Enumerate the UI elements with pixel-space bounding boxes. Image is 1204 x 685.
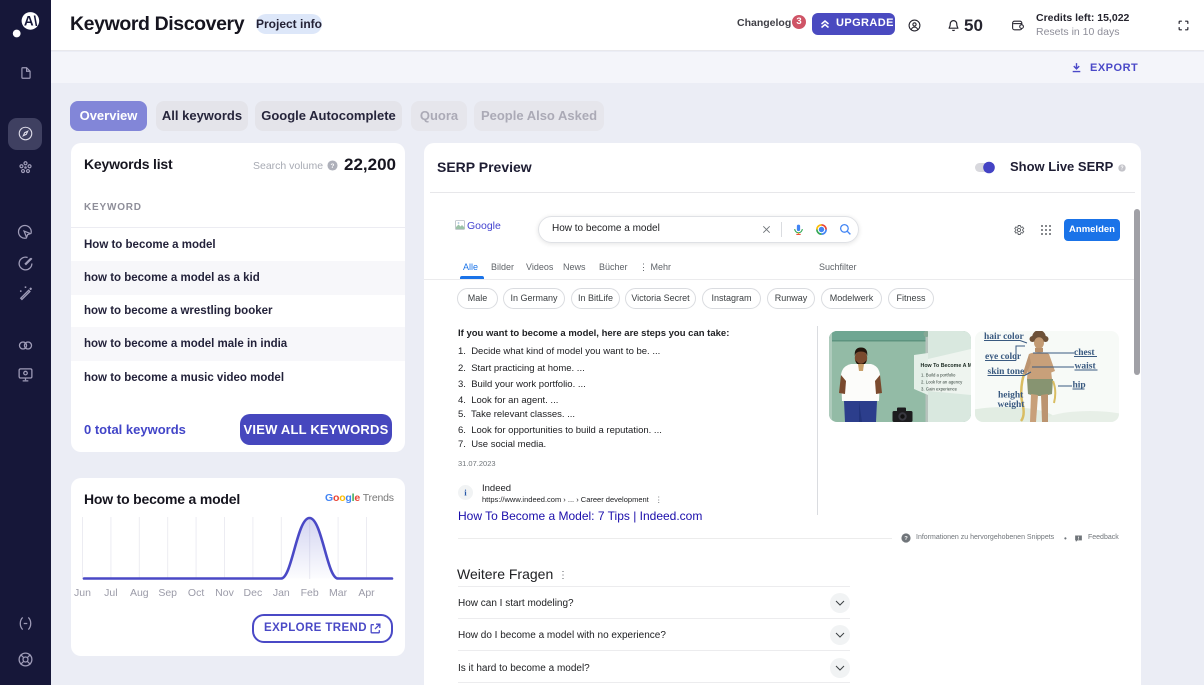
svg-text:height: height xyxy=(998,391,1024,401)
svg-text:How To Become A M: How To Become A M xyxy=(921,363,972,369)
svg-text:?: ? xyxy=(1120,166,1123,172)
svg-text:?: ? xyxy=(331,163,335,170)
svg-text:Nov: Nov xyxy=(215,587,234,599)
svg-text:Jul: Jul xyxy=(104,587,117,599)
svg-text:3. Gain experience: 3. Gain experience xyxy=(921,387,958,392)
svg-text:weight: weight xyxy=(998,400,1026,410)
svg-text:Apr: Apr xyxy=(358,587,375,599)
svg-text:A\: A\ xyxy=(24,14,38,29)
svg-text:1. Build a portfolio: 1. Build a portfolio xyxy=(921,373,956,378)
svg-text:Feb: Feb xyxy=(301,587,319,599)
svg-text:Jan: Jan xyxy=(273,587,290,599)
svg-text:Mar: Mar xyxy=(329,587,348,599)
svg-text:?: ? xyxy=(904,536,908,542)
svg-text:Sep: Sep xyxy=(158,587,177,599)
svg-text:2. Look for an agency: 2. Look for an agency xyxy=(921,380,963,385)
svg-text:Jun: Jun xyxy=(74,587,91,599)
svg-text:Dec: Dec xyxy=(244,587,263,599)
svg-text:Oct: Oct xyxy=(188,587,204,599)
svg-text:Aug: Aug xyxy=(130,587,149,599)
